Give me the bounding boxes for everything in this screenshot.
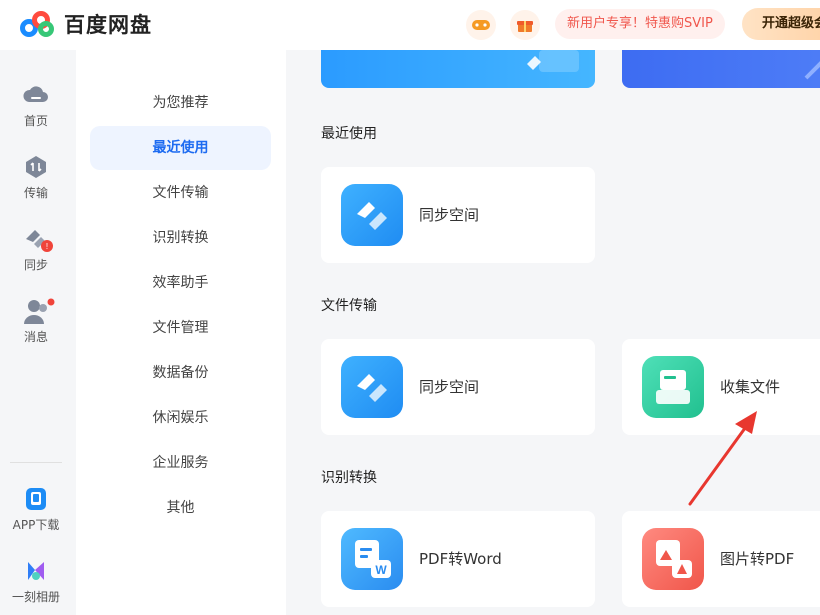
- category-recent[interactable]: 最近使用: [90, 126, 271, 170]
- tool-card-sync-space[interactable]: 同步空间: [321, 167, 595, 263]
- nav-album-label: 一刻相册: [11, 590, 60, 604]
- nav-sync[interactable]: ! 同步: [0, 226, 72, 273]
- transfer-icon: [23, 154, 49, 180]
- nav-app-download-label: APP下载: [12, 518, 60, 532]
- category-other[interactable]: 其他: [90, 486, 271, 530]
- new-user-promo[interactable]: 新用户专享！特惠购SVIP: [555, 9, 725, 39]
- nav-message[interactable]: 消息: [0, 298, 72, 345]
- svg-text:!: !: [46, 242, 48, 251]
- left-navigation: 首页 传输 ! 同步 消息 APP下载 一刻相册: [0, 50, 72, 615]
- gift-icon[interactable]: [510, 10, 540, 40]
- nav-transfer[interactable]: 传输: [0, 154, 72, 201]
- nav-message-label: 消息: [23, 330, 48, 344]
- promo-banner-1[interactable]: [321, 50, 595, 88]
- nav-divider: [10, 462, 62, 463]
- nav-sync-label: 同步: [23, 258, 48, 272]
- category-data-backup[interactable]: 数据备份: [90, 351, 271, 395]
- category-recommend[interactable]: 为您推荐: [90, 81, 271, 125]
- tool-card-image-to-pdf[interactable]: 图片转PDF: [622, 511, 820, 607]
- section-title-recognize-convert: 识别转换: [321, 470, 377, 486]
- app-name: 百度网盘: [64, 13, 152, 37]
- game-controller-icon[interactable]: [466, 10, 496, 40]
- category-file-management[interactable]: 文件管理: [90, 306, 271, 350]
- message-icon: [23, 298, 55, 324]
- nav-app-download[interactable]: APP下载: [0, 486, 72, 533]
- tool-card-label: 收集文件: [720, 378, 781, 396]
- category-efficiency[interactable]: 效率助手: [90, 261, 271, 305]
- nav-home[interactable]: 首页: [0, 82, 72, 129]
- section-title-recent: 最近使用: [321, 126, 377, 142]
- collect-files-icon: [642, 356, 704, 418]
- section-title-file-transfer: 文件传输: [321, 298, 377, 314]
- image-to-pdf-icon: [642, 528, 704, 590]
- top-header: 百度网盘 新用户专享！特惠购SVIP 开通超级会员: [0, 0, 820, 50]
- open-vip-button[interactable]: 开通超级会员: [742, 8, 820, 40]
- phone-icon: [23, 486, 49, 512]
- svg-text:W: W: [375, 563, 387, 577]
- category-file-transfer[interactable]: 文件传输: [90, 171, 271, 215]
- nav-transfer-label: 传输: [23, 186, 48, 200]
- category-entertainment[interactable]: 休闲娱乐: [90, 396, 271, 440]
- sync-icon: !: [23, 226, 53, 252]
- tool-card-collect-files[interactable]: 收集文件: [622, 339, 820, 435]
- tool-card-label: 图片转PDF: [720, 550, 795, 568]
- tool-card-label: 同步空间: [419, 378, 480, 396]
- app-logo[interactable]: 百度网盘: [18, 9, 152, 39]
- category-recognize-convert[interactable]: 识别转换: [90, 216, 271, 260]
- tool-card-label: PDF转Word: [419, 550, 502, 568]
- baidu-netdisk-logo-icon: [18, 9, 56, 39]
- sync-space-icon: [341, 356, 403, 418]
- main-content: 最近使用 同步空间 文件传输 同步空间 收集文件 识别转换 W PDF转Word…: [286, 50, 820, 615]
- tool-card-label: 同步空间: [419, 206, 480, 224]
- tool-card-sync-space[interactable]: 同步空间: [321, 339, 595, 435]
- category-enterprise[interactable]: 企业服务: [90, 441, 271, 485]
- nav-home-label: 首页: [23, 114, 48, 128]
- nav-album[interactable]: 一刻相册: [0, 558, 72, 605]
- promo-banner-2[interactable]: [622, 50, 820, 88]
- category-panel: 为您推荐 最近使用 文件传输 识别转换 效率助手 文件管理 数据备份 休闲娱乐 …: [76, 50, 286, 615]
- sync-space-icon: [341, 184, 403, 246]
- album-icon: [23, 558, 49, 584]
- cloud-home-icon: [23, 82, 49, 108]
- pdf-to-word-icon: W: [341, 528, 403, 590]
- tool-card-pdf-to-word[interactable]: W PDF转Word: [321, 511, 595, 607]
